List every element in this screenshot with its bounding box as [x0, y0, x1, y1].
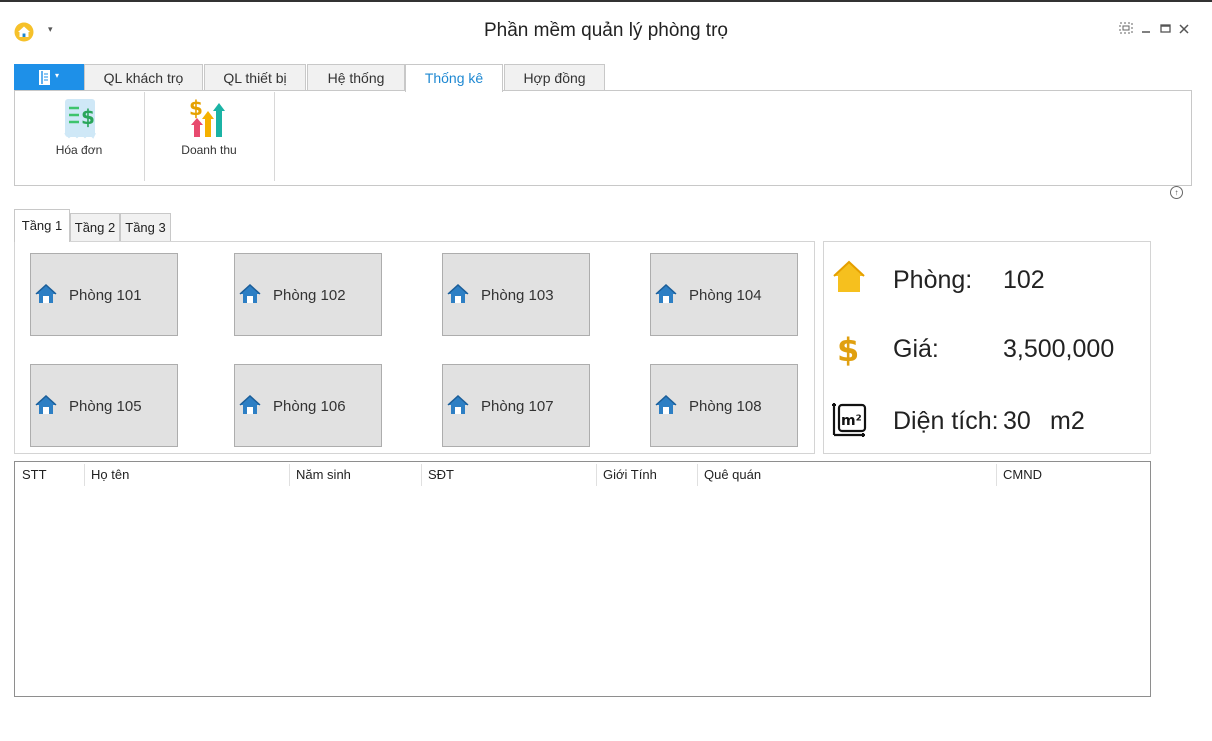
- house-icon: [35, 284, 57, 303]
- tab-tang-3[interactable]: Tầng 3: [120, 213, 171, 241]
- column-header-ho-ten[interactable]: Họ tên: [91, 462, 129, 488]
- room-button-106[interactable]: Phòng 106: [234, 364, 382, 447]
- room-label: Phòng 106: [273, 398, 346, 415]
- price-value: 3,500,000: [1003, 335, 1115, 363]
- room-button-102[interactable]: Phòng 102: [234, 253, 382, 336]
- column-header-sdt[interactable]: SĐT: [428, 462, 454, 488]
- area-value: 30: [1003, 407, 1031, 435]
- restore-icon[interactable]: [1118, 22, 1134, 37]
- tab-hop-dong[interactable]: Hợp đồng: [504, 64, 605, 90]
- column-header-stt[interactable]: STT: [22, 462, 47, 488]
- dollar-icon: $: [837, 331, 859, 366]
- column-separator: [996, 464, 997, 486]
- tab-tang-2[interactable]: Tầng 2: [70, 213, 120, 241]
- revenue-button-label: Doanh thu: [181, 143, 237, 157]
- room-label: Phòng 108: [689, 398, 762, 415]
- room-button-103[interactable]: Phòng 103: [442, 253, 590, 336]
- book-icon: [39, 70, 50, 85]
- column-separator: [697, 464, 698, 486]
- price-label: Giá:: [893, 335, 939, 363]
- room-button-108[interactable]: Phòng 108: [650, 364, 798, 447]
- column-separator: [289, 464, 290, 486]
- app-menu-dropdown-icon: ▾: [55, 71, 60, 80]
- area-label: Diện tích:: [893, 407, 999, 435]
- house-icon: [833, 260, 865, 292]
- close-icon[interactable]: [1176, 22, 1192, 37]
- room-button-107[interactable]: Phòng 107: [442, 364, 590, 447]
- column-separator: [421, 464, 422, 486]
- column-header-cmnd[interactable]: CMND: [1003, 462, 1042, 488]
- house-icon: [239, 395, 261, 414]
- house-icon: [655, 284, 677, 303]
- house-icon: [35, 395, 57, 414]
- room-label: Phòng 107: [481, 398, 554, 415]
- room-button-101[interactable]: Phòng 101: [30, 253, 178, 336]
- ribbon-collapse-icon[interactable]: ↑: [1170, 186, 1183, 199]
- minimize-icon[interactable]: [1138, 22, 1154, 37]
- room-button-105[interactable]: Phòng 105: [30, 364, 178, 447]
- house-icon: [655, 395, 677, 414]
- window-title: Phần mềm quản lý phòng trọ: [484, 20, 728, 41]
- tab-thong-ke[interactable]: Thống kê: [405, 64, 503, 92]
- tab-ql-khach-tro[interactable]: QL khách trọ: [84, 64, 203, 90]
- app-menu-button[interactable]: ▾: [14, 64, 84, 91]
- svg-text:$: $: [837, 331, 859, 366]
- svg-text:$: $: [189, 97, 203, 120]
- tenant-grid[interactable]: [14, 461, 1151, 697]
- house-icon: [447, 395, 469, 414]
- tab-he-thong[interactable]: Hệ thống: [307, 64, 405, 90]
- invoice-icon: $: [64, 99, 96, 139]
- window-top-border: [0, 0, 1212, 2]
- tab-tang-1[interactable]: Tầng 1: [14, 209, 70, 242]
- room-value: 102: [1003, 266, 1045, 294]
- room-label: Phòng 102: [273, 287, 346, 304]
- revenue-icon: $: [189, 97, 225, 137]
- maximize-icon[interactable]: [1157, 22, 1173, 37]
- svg-text:$: $: [81, 105, 95, 129]
- tab-ql-thiet-bi[interactable]: QL thiết bị: [204, 64, 306, 90]
- area-unit: m2: [1050, 407, 1085, 435]
- column-separator: [84, 464, 85, 486]
- column-separator: [596, 464, 597, 486]
- svg-text:m²: m²: [841, 413, 862, 429]
- ribbon-separator: [274, 92, 275, 181]
- area-icon: m²: [832, 403, 867, 437]
- invoice-button[interactable]: $ Hóa đơn: [15, 95, 143, 179]
- room-label: Phòng 105: [69, 398, 142, 415]
- column-header-que-quan[interactable]: Quê quán: [704, 462, 761, 488]
- room-button-104[interactable]: Phòng 104: [650, 253, 798, 336]
- column-header-nam-sinh[interactable]: Năm sinh: [296, 462, 351, 488]
- room-label: Phòng:: [893, 266, 973, 294]
- revenue-button[interactable]: $ Doanh thu: [145, 95, 273, 179]
- room-label: Phòng 103: [481, 287, 554, 304]
- column-header-gioi-tinh[interactable]: Giới Tính: [603, 462, 657, 488]
- house-icon: [239, 284, 261, 303]
- house-icon: [447, 284, 469, 303]
- room-label: Phòng 104: [689, 287, 762, 304]
- room-label: Phòng 101: [69, 287, 142, 304]
- invoice-button-label: Hóa đơn: [55, 143, 103, 157]
